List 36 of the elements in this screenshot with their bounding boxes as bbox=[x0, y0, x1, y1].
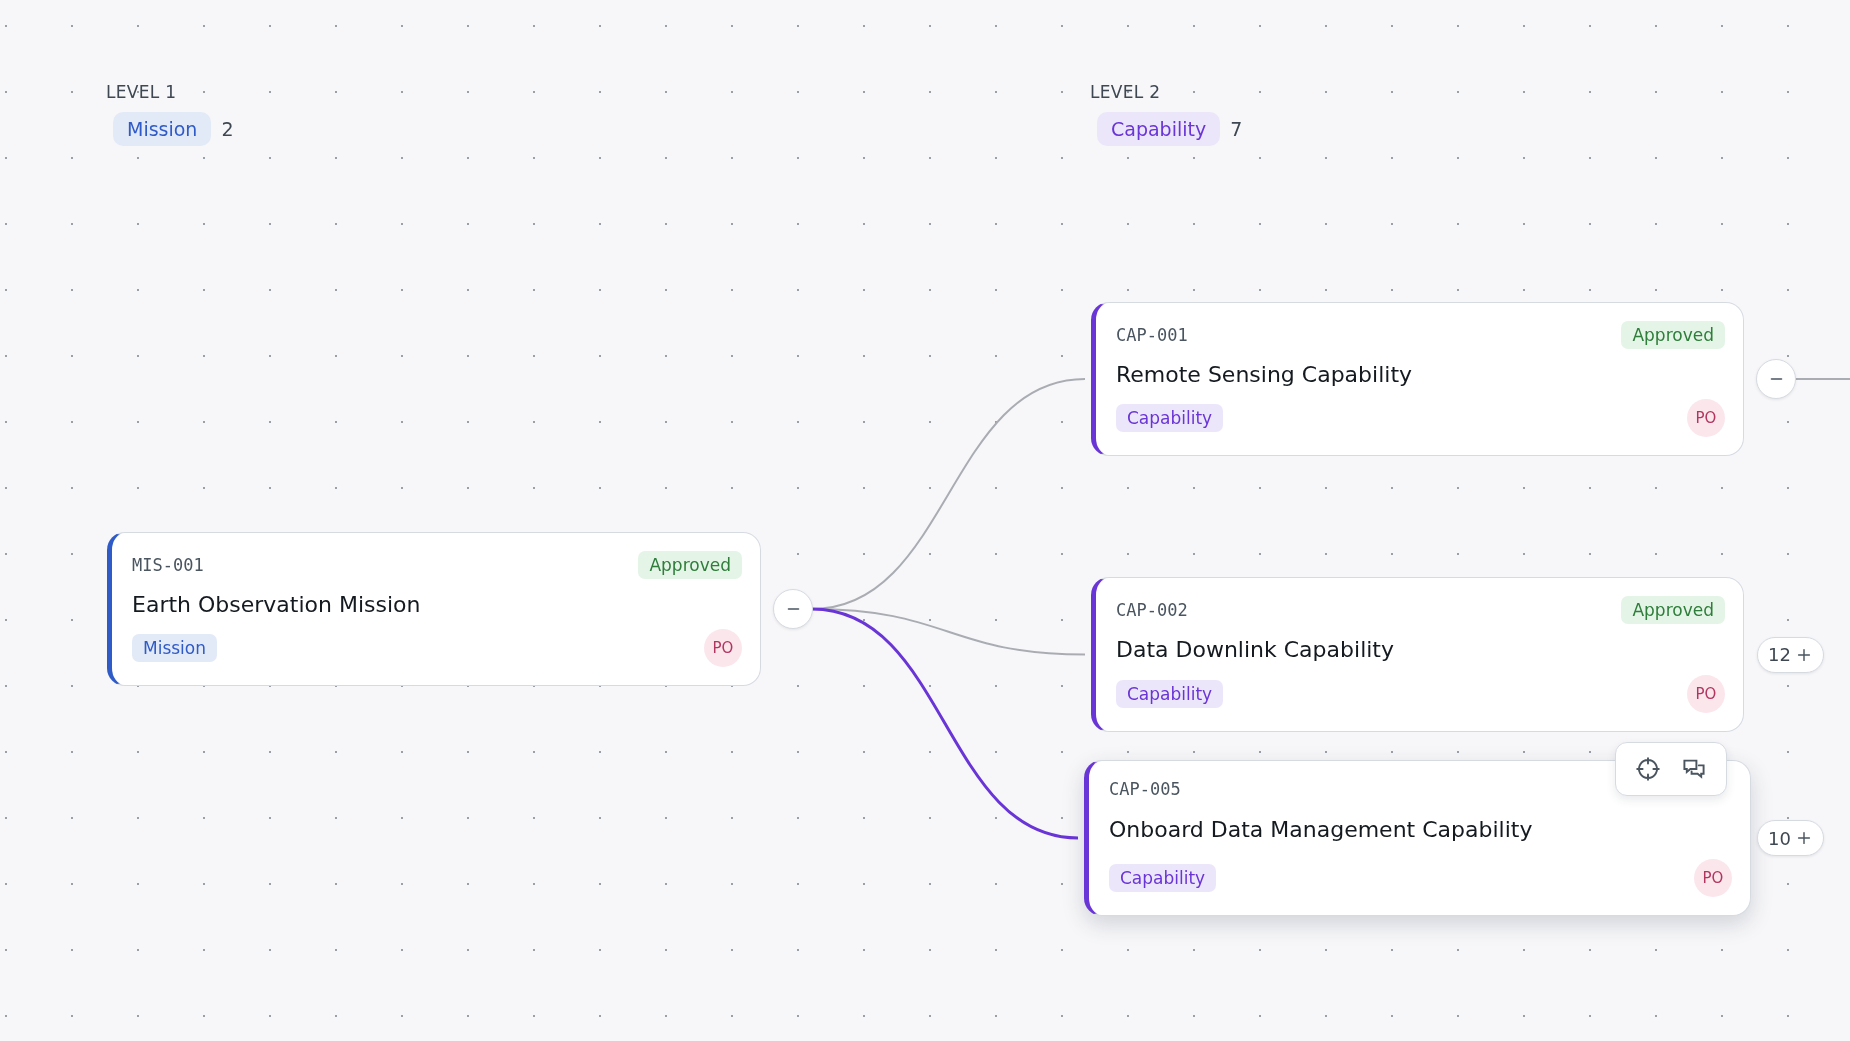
type-chip: Capability bbox=[1097, 112, 1221, 146]
comments-icon bbox=[1682, 757, 1706, 781]
level-label: LEVEL 1 bbox=[106, 82, 178, 102]
type-chip: Mission bbox=[113, 112, 212, 146]
type-chip: Mission bbox=[132, 634, 217, 662]
status-badge: Approved bbox=[638, 551, 742, 579]
owner-avatar: PO bbox=[1694, 859, 1732, 897]
status-badge: Approved bbox=[1621, 321, 1725, 349]
owner-avatar: PO bbox=[1687, 399, 1725, 437]
node-card[interactable]: CAP-002 Approved Data Downlink Capability Capability PO bbox=[1091, 577, 1744, 732]
type-chip: Capability bbox=[1109, 864, 1217, 892]
node-id: CAP-005 bbox=[1109, 779, 1181, 799]
minus-icon bbox=[786, 608, 800, 610]
node-title: Data Downlink Capability bbox=[1116, 637, 1395, 662]
node-title: Onboard Data Management Capability bbox=[1109, 816, 1534, 842]
node-title: Remote Sensing Capability bbox=[1116, 361, 1414, 387]
node-card[interactable]: CAP-005 Onboard Data Management Capability Capability PO bbox=[1084, 760, 1751, 916]
node-id: CAP-002 bbox=[1116, 600, 1188, 620]
node-id: CAP-001 bbox=[1116, 325, 1188, 345]
node-title: Earth Observation Mission bbox=[132, 591, 422, 617]
level-label: LEVEL 2 bbox=[1090, 82, 1162, 102]
connector-line bbox=[1794, 378, 1850, 380]
crosshair-icon bbox=[1636, 757, 1660, 781]
type-chip: Capability bbox=[1116, 404, 1224, 432]
owner-avatar: PO bbox=[704, 629, 742, 667]
node-id: MIS-001 bbox=[132, 555, 204, 575]
expand-button[interactable]: 12 bbox=[1757, 636, 1824, 673]
node-card[interactable]: CAP-001 Approved Remote Sensing Capability Capability PO bbox=[1091, 302, 1744, 456]
node-count: 7 bbox=[1230, 118, 1243, 140]
expand-button[interactable]: 10 bbox=[1757, 820, 1824, 856]
node-card[interactable]: MIS-001 Approved Earth Observation Mission Mission PO bbox=[107, 532, 761, 686]
minus-icon bbox=[1769, 378, 1783, 380]
status-badge: Approved bbox=[1621, 596, 1725, 624]
type-chip: Capability bbox=[1116, 680, 1224, 708]
node-count: 2 bbox=[221, 118, 234, 140]
owner-avatar: PO bbox=[1687, 675, 1725, 713]
